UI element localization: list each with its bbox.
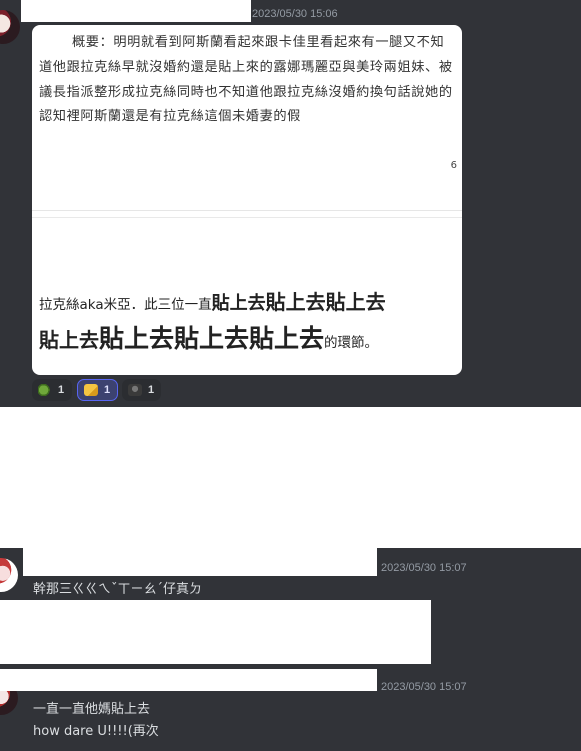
redacted-username xyxy=(0,669,377,691)
reaction-turtle[interactable]: 1 xyxy=(32,379,72,401)
reaction-count: 1 xyxy=(104,384,111,396)
quote-intro: 拉克絲aka米亞．此三位一直 xyxy=(39,297,212,313)
message-timestamp: 2023/05/30 15:07 xyxy=(381,562,467,574)
redacted-username xyxy=(21,0,251,22)
page-divider xyxy=(32,210,462,211)
message-group-2: 2023/05/30 15:07 幹那三ㄍㄍㄟˇㄒㄧㄠˊ仔真ㄉ 2023/05/… xyxy=(0,548,581,751)
quote-emphasis: 貼上去 xyxy=(39,328,99,352)
message-timestamp: 2023/05/30 15:06 xyxy=(252,8,338,20)
reaction-dark-character[interactable]: 1 xyxy=(122,379,161,401)
reaction-cheese[interactable]: 1 xyxy=(77,379,118,401)
quote-line: 拉克絲aka米亞．此三位一直貼上去貼上去貼上去 xyxy=(39,287,459,320)
message-text: 幹那三ㄍㄍㄟˇㄒㄧㄠˊ仔真ㄉ xyxy=(33,582,203,597)
reaction-count: 1 xyxy=(58,384,65,396)
quote-emphasis: 貼上去 xyxy=(211,293,266,314)
quote-emphasis: 貼上去貼上去 xyxy=(265,290,386,314)
user-avatar[interactable] xyxy=(0,10,20,44)
cheese-emoji-icon xyxy=(84,384,98,396)
page-number: 6 xyxy=(450,160,457,171)
image-summary-text: 概要：明明就看到阿斯蘭看起來跟卡佳里看起來有一腿又不知道他跟拉克絲早就沒婚約還是… xyxy=(39,35,453,125)
quote-emphasis: 貼上去貼上去貼上去 xyxy=(99,324,325,353)
message-group-1: 2023/05/30 15:06 概要：明明就看到阿斯蘭看起來跟卡佳里看起來有一… xyxy=(0,0,581,407)
message-text: how dare U!!!!(再次 xyxy=(33,724,159,739)
dark-character-emoji-icon xyxy=(128,384,142,396)
image-quote-text: 拉克絲aka米亞．此三位一直貼上去貼上去貼上去 貼上去貼上去貼上去貼上去的環節。 xyxy=(39,287,459,362)
quote-line: 貼上去貼上去貼上去貼上去的環節。 xyxy=(39,320,459,362)
user-avatar[interactable] xyxy=(0,558,18,592)
page-divider xyxy=(32,217,462,218)
attached-image[interactable]: 概要：明明就看到阿斯蘭看起來跟卡佳里看起來有一腿又不知道他跟拉克絲早就沒婚約還是… xyxy=(32,25,462,375)
message-text: 一直一直他媽貼上去 xyxy=(33,702,151,717)
message-timestamp: 2023/05/30 15:07 xyxy=(381,681,467,693)
redacted-content xyxy=(0,600,431,664)
reaction-count: 1 xyxy=(148,384,155,396)
redacted-username xyxy=(23,548,377,576)
turtle-emoji-icon xyxy=(38,384,52,396)
quote-ending: 的環節。 xyxy=(324,335,379,351)
